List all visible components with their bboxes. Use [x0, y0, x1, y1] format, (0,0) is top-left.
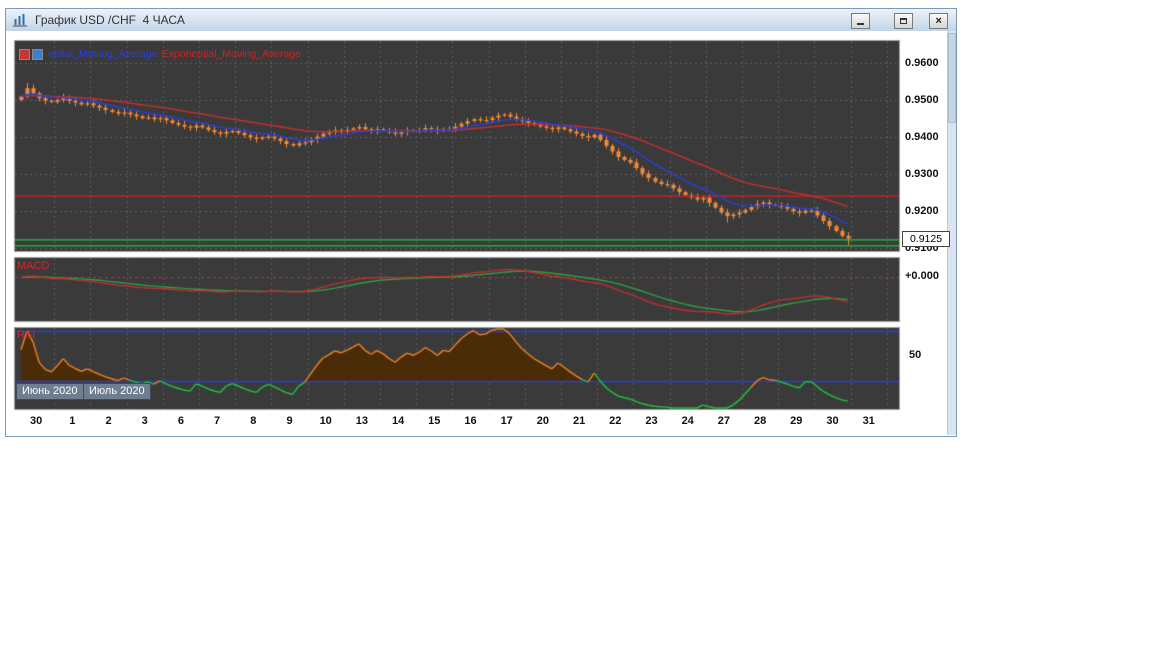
time-axis-label: 24 — [681, 415, 694, 427]
time-axis-label: 30 — [29, 415, 43, 427]
time-axis-label: 15 — [428, 415, 441, 427]
legend-slow-ma-label: Exponential_Moving_Average — [161, 48, 301, 60]
maximize-button[interactable] — [894, 13, 913, 29]
macd-zero-value: +0.000 — [905, 270, 939, 282]
time-axis-label: 27 — [717, 415, 731, 427]
chart-client-area: ential_Moving_Average Exponential_Moving… — [6, 31, 956, 435]
price-axis-label: 0.9400 — [905, 131, 939, 143]
time-axis-label: 29 — [790, 415, 803, 427]
time-axis-label: 22 — [609, 415, 622, 427]
time-axis-label: 3 — [141, 415, 148, 427]
time-axis-label: 28 — [753, 415, 767, 427]
time-axis-label: 30 — [826, 415, 839, 427]
rsi-mid-value: 50 — [909, 349, 922, 361]
time-axis-label: 9 — [286, 415, 293, 427]
time-axis-label: 2 — [105, 415, 112, 427]
chart-window: График USD /CHF 4 ЧАСА × ential_Moving_A… — [5, 8, 957, 437]
title-bar[interactable]: График USD /CHF 4 ЧАСА × — [6, 9, 956, 32]
month-label-june: Июнь 2020 — [16, 383, 84, 400]
rsi-label: RSI — [17, 329, 36, 341]
price-axis-label: 0.9500 — [905, 94, 939, 106]
time-axis-label: 31 — [862, 415, 875, 427]
time-axis-label: 17 — [500, 415, 513, 427]
time-axis-label: 23 — [645, 415, 658, 427]
time-axis-label: 21 — [572, 415, 586, 427]
price-axis-label: 0.9200 — [905, 205, 939, 217]
minimize-button[interactable] — [851, 13, 870, 29]
price-axis-label: 0.9600 — [905, 57, 939, 69]
time-axis-label: 14 — [391, 415, 405, 427]
price-axis-label: 0.9300 — [905, 168, 939, 180]
chart-canvas[interactable] — [6, 31, 947, 435]
time-axis-label: 8 — [250, 415, 257, 427]
legend-swatch-blue[interactable] — [32, 48, 43, 60]
window-icon — [12, 13, 28, 27]
time-axis-label: 1 — [69, 415, 76, 427]
time-axis-label: 6 — [177, 415, 184, 427]
chart-legend: ential_Moving_Average Exponential_Moving… — [19, 48, 301, 60]
legend-swatch-red[interactable] — [19, 48, 30, 60]
macd-label: MACD — [17, 260, 50, 272]
current-price-tag: 0.9125 — [902, 231, 950, 247]
time-axis-label: 10 — [319, 415, 332, 427]
time-axis-label: 20 — [536, 415, 550, 427]
scrollbar-thumb[interactable] — [948, 33, 956, 123]
time-axis-label: 16 — [464, 415, 477, 427]
time-axis-label: 7 — [214, 415, 221, 427]
close-button[interactable]: × — [929, 13, 948, 29]
month-label-july: Июль 2020 — [83, 383, 151, 400]
window-title: График USD /CHF 4 ЧАСА — [35, 13, 185, 27]
legend-fast-ma-label: ential_Moving_Average — [48, 48, 158, 60]
time-axis-label: 13 — [355, 415, 369, 427]
